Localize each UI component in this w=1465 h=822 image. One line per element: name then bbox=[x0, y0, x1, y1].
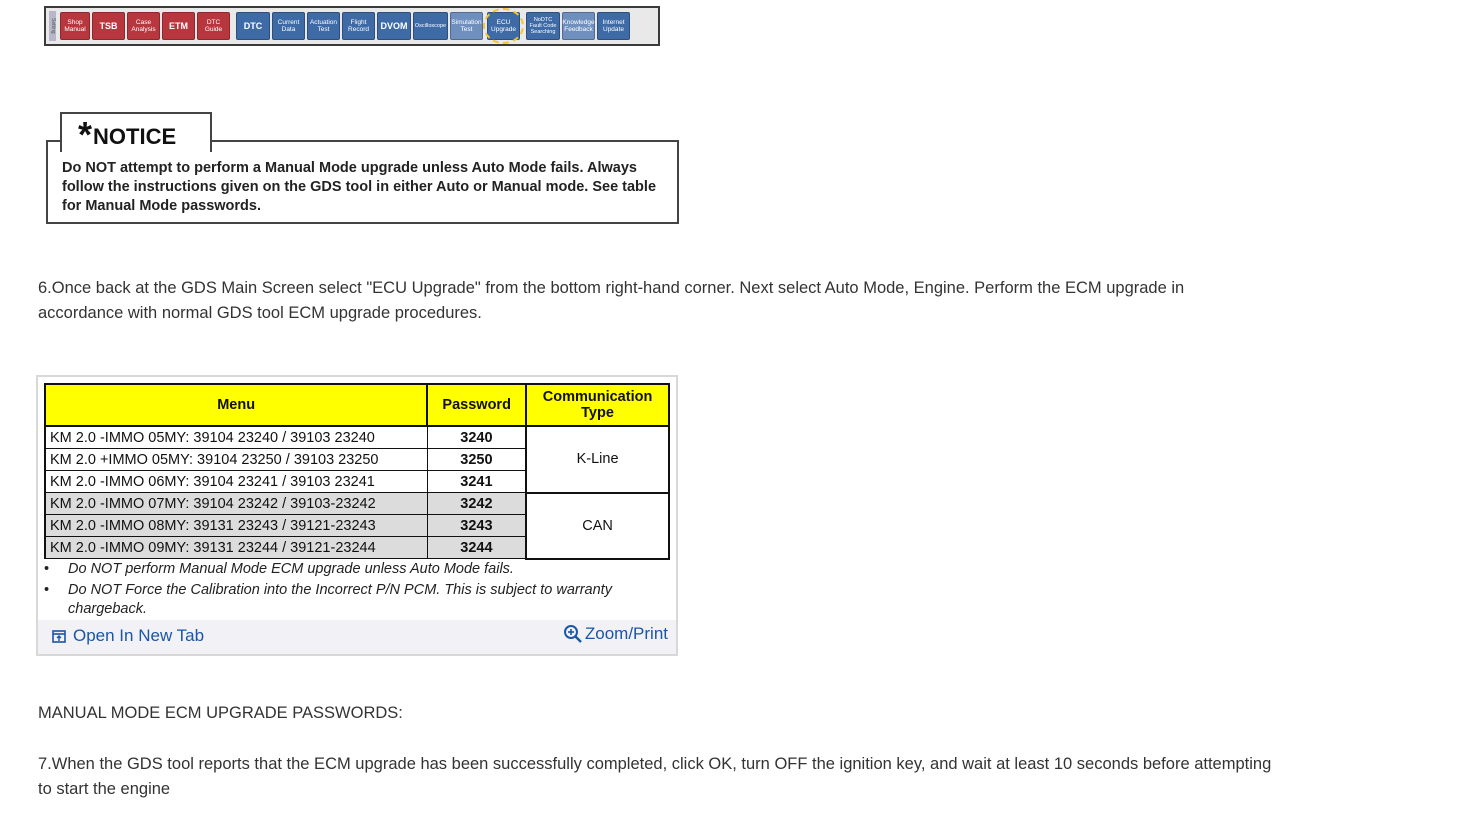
menu-cell: KM 2.0 -IMMO 07MY: 39104 23242 / 39103-2… bbox=[43, 492, 428, 515]
list-item: • Do NOT perform Manual Mode ECM upgrade … bbox=[44, 560, 670, 579]
menu-cell: KM 2.0 -IMMO 09MY: 39131 23244 / 39121-2… bbox=[43, 536, 428, 559]
list-item: • Do NOT Force the Calibration into the I… bbox=[44, 581, 670, 619]
menu-cell: KM 2.0 -IMMO 06MY: 39104 23241 / 39103 2… bbox=[43, 470, 428, 493]
password-cell: 3250 bbox=[426, 448, 527, 471]
menu-cell: KM 2.0 -IMMO 05MY: 39104 23240 / 39103 2… bbox=[43, 425, 428, 449]
password-cell: 3242 bbox=[426, 492, 527, 515]
comm-type-cell: K-Line bbox=[525, 425, 670, 493]
zoom-print-label: Zoom/Print bbox=[584, 624, 668, 643]
bullet: • bbox=[44, 560, 50, 577]
asterisk-icon: * bbox=[78, 114, 93, 155]
menu-cell: KM 2.0 +IMMO 05MY: 39104 23250 / 39103 2… bbox=[43, 448, 428, 471]
header-menu: Menu bbox=[43, 383, 429, 427]
open-in-new-tab-link[interactable]: Open In New Tab bbox=[52, 626, 204, 646]
internet-update-button: Internet Update bbox=[597, 12, 630, 40]
table-row: KM 2.0 -IMMO 05MY: 39104 23240 / 39103 2… bbox=[43, 425, 670, 493]
gds-toolbar-image: Setting Shop Manual TSB Case Analysis ET… bbox=[44, 6, 660, 46]
open-new-tab-icon bbox=[52, 629, 66, 643]
password-cell: 3240 bbox=[426, 425, 527, 449]
password-table-figure: Menu Password Communication Type KM 2.0 … bbox=[36, 375, 678, 656]
toolbar-side-tab: Setting bbox=[49, 11, 56, 41]
oscilloscope-button: Oscilloscope bbox=[413, 12, 448, 40]
step-6-paragraph: 6.Once back at the GDS Main Screen selec… bbox=[38, 279, 1185, 322]
dtc-button: DTC bbox=[236, 12, 270, 40]
case-analysis-button: Case Analysis bbox=[127, 12, 160, 40]
table-notes: • Do NOT perform Manual Mode ECM upgrade … bbox=[44, 560, 670, 619]
table-row: KM 2.0 -IMMO 07MY: 39104 23242 / 39103-2… bbox=[43, 491, 670, 560]
actuation-test-button: Actuation Test bbox=[307, 12, 340, 40]
note-text: Do NOT perform Manual Mode ECM upgrade u… bbox=[68, 560, 514, 577]
password-cell: 3244 bbox=[426, 536, 527, 559]
zoom-in-icon bbox=[563, 625, 582, 643]
header-password: Password bbox=[426, 383, 528, 427]
fault-code-searching-button: NoDTC Fault Code Searching bbox=[526, 12, 560, 40]
ecu-upgrade-button: ECU Upgrade bbox=[483, 8, 524, 44]
step-7-paragraph: 7.When the GDS tool reports that the ECM… bbox=[38, 755, 1272, 798]
simulation-test-button: Simulation Test bbox=[450, 12, 483, 40]
password-cell: 3241 bbox=[426, 470, 527, 493]
notice-text: Do NOT attempt to perform a Manual Mode … bbox=[62, 160, 657, 214]
current-data-button: Current Data bbox=[272, 12, 305, 40]
password-cell: 3243 bbox=[426, 514, 527, 537]
manual-mode-heading: MANUAL MODE ECM UPGRADE PASSWORDS: bbox=[38, 704, 403, 722]
bullet: • bbox=[44, 581, 50, 598]
notice-heading: * NOTICE bbox=[60, 112, 212, 155]
etm-button: ETM bbox=[162, 12, 195, 40]
shop-manual-button: Shop Manual bbox=[60, 12, 90, 40]
notice-box: Do NOT attempt to perform a Manual Mode … bbox=[46, 140, 679, 224]
password-table: Menu Password Communication Type KM 2.0 … bbox=[43, 383, 670, 560]
knowledge-feedback-button: Knowledge Feedback bbox=[562, 12, 595, 40]
notice-label: NOTICE bbox=[93, 124, 177, 149]
flight-record-button: Flight Record bbox=[342, 12, 375, 40]
figure-footer: Open In New Tab Zoom/Print bbox=[38, 620, 676, 654]
zoom-print-link[interactable]: Zoom/Print bbox=[563, 624, 668, 644]
header-communication-type: Communication Type bbox=[525, 383, 670, 427]
comm-type-cell: CAN bbox=[525, 491, 670, 560]
menu-cell: KM 2.0 -IMMO 08MY: 39131 23243 / 39121-2… bbox=[43, 514, 428, 537]
note-text: Do NOT Force the Calibration into the In… bbox=[68, 581, 612, 617]
dvom-button: DVOM bbox=[377, 12, 411, 40]
open-in-new-tab-label: Open In New Tab bbox=[73, 626, 205, 645]
tsb-button: TSB bbox=[92, 12, 125, 40]
dtc-guide-button: DTC Guide bbox=[197, 12, 230, 40]
